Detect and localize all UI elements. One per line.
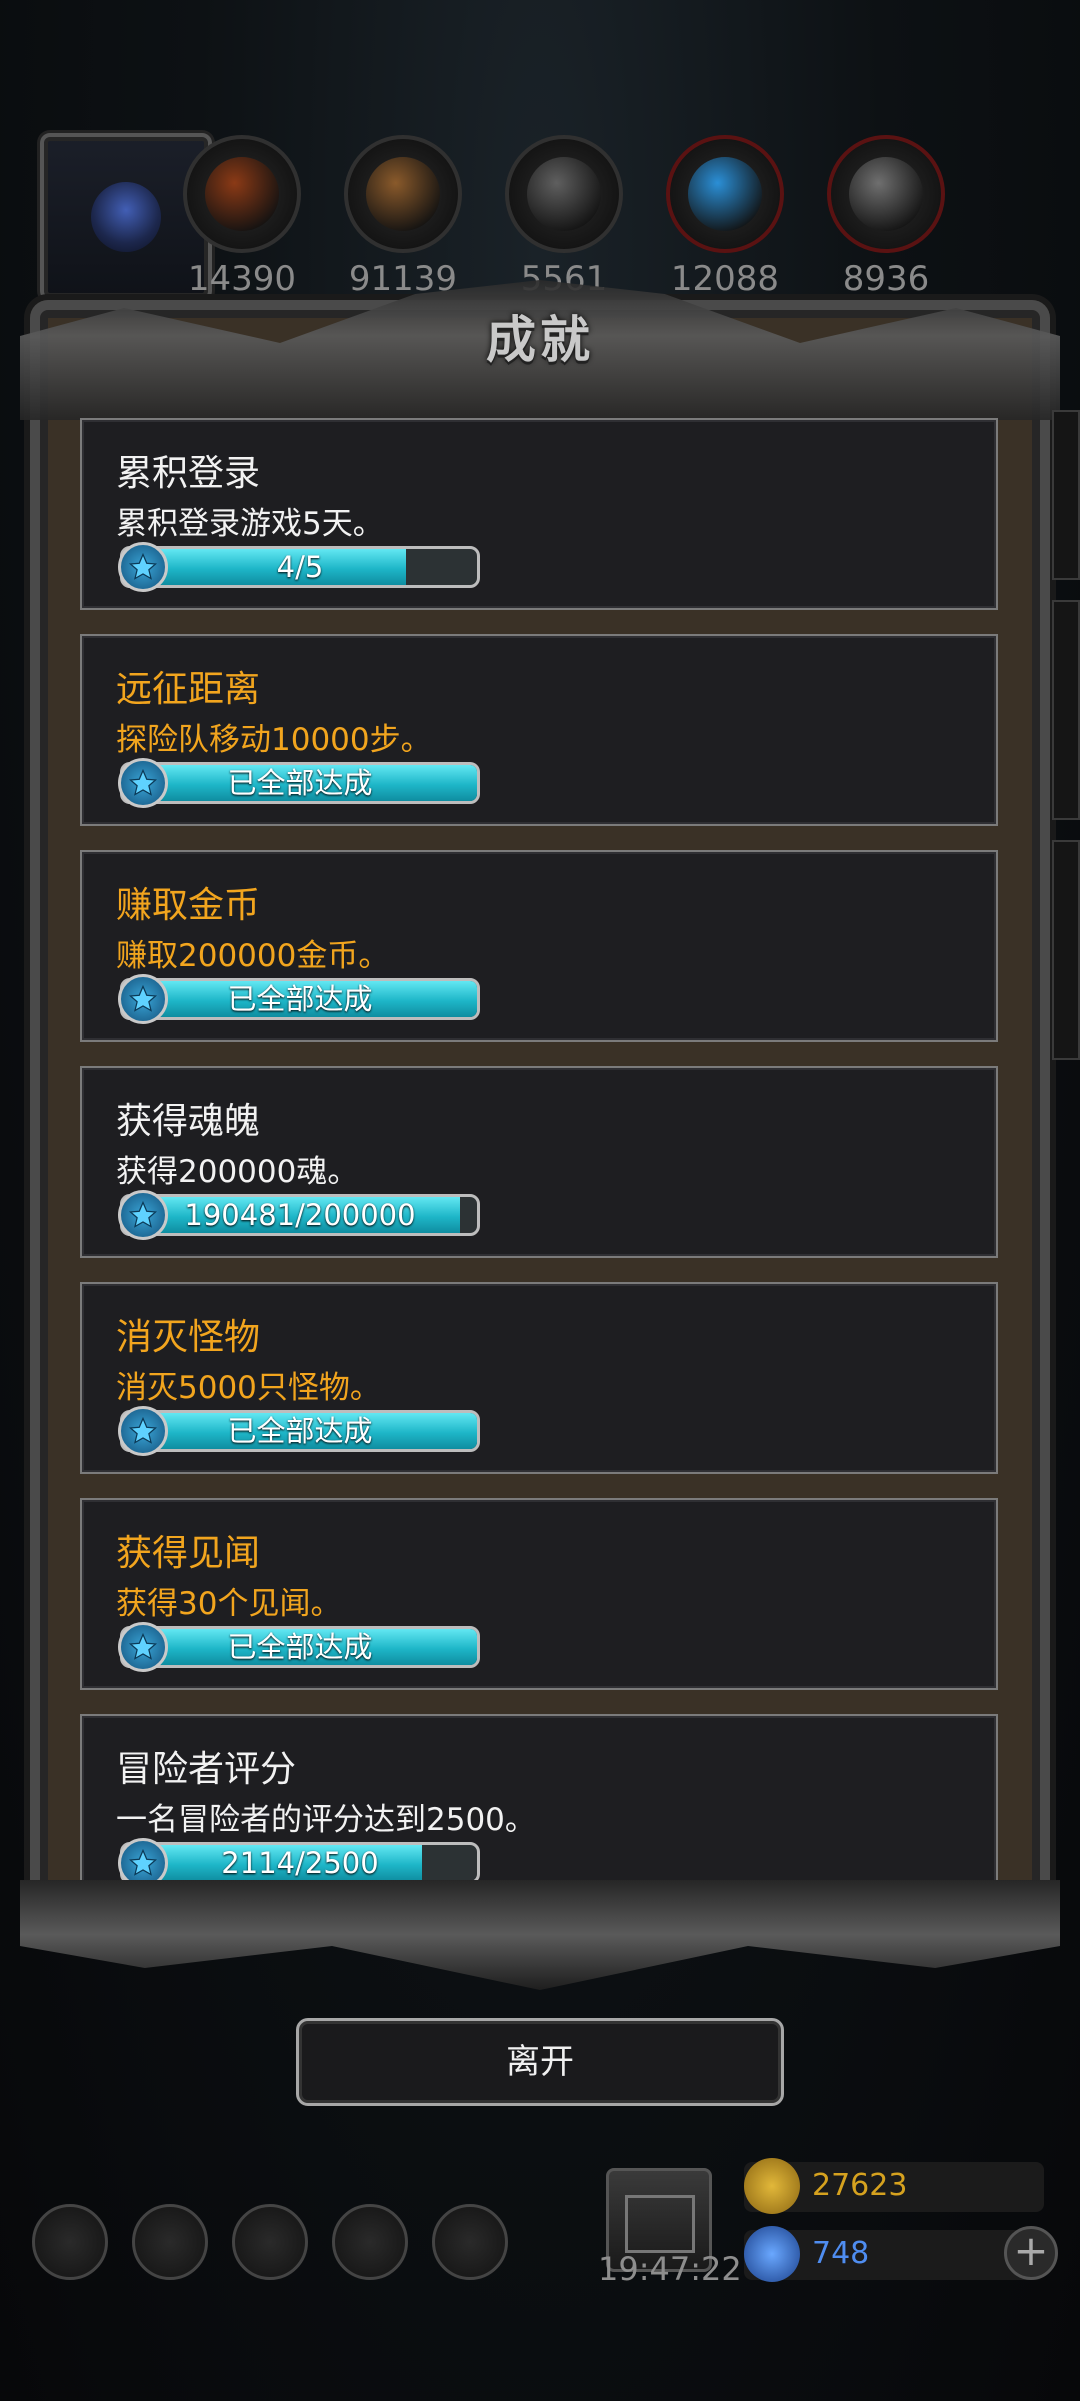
achievement-title: 赚取金币: [116, 885, 261, 926]
achievement-card[interactable]: 消灭怪物消灭5000只怪物。已全部达成: [80, 1282, 998, 1474]
iron-chip: [527, 157, 601, 231]
meat-chip: [205, 157, 279, 231]
leave-button[interactable]: 离开: [296, 2018, 784, 2106]
achievement-title: 获得见闻: [116, 1533, 261, 1574]
star-badge-icon: [118, 758, 168, 808]
resource-meat[interactable]: 14390: [177, 135, 307, 299]
achievement-card[interactable]: 赚取金币赚取200000金币。已全部达成: [80, 850, 998, 1042]
progress-text: 190481/200000: [184, 1198, 416, 1232]
add-currency-button[interactable]: +: [1004, 2226, 1058, 2280]
crystal-icon: [666, 135, 784, 253]
crystal-chip: [688, 157, 762, 231]
star-badge-icon: [118, 1406, 168, 1456]
progress-bar: 4/5: [120, 546, 480, 588]
progress-text: 已全部达成: [227, 1414, 373, 1448]
achievement-description: 探险队移动10000步。: [116, 722, 432, 758]
wood-icon: [344, 135, 462, 253]
progress-bar: 190481/200000: [120, 1194, 480, 1236]
achievement-description: 一名冒险者的评分达到2500。: [116, 1802, 536, 1838]
achievement-description: 获得200000魂。: [116, 1154, 359, 1190]
quest-icon[interactable]: [232, 2204, 308, 2280]
iron-icon: [505, 135, 623, 253]
achievement-title: 获得魂魄: [116, 1101, 261, 1142]
star-badge-icon: [118, 542, 168, 592]
gold-counter[interactable]: 27623: [744, 2158, 1044, 2214]
progress-text: 已全部达成: [227, 982, 373, 1016]
star-badge-icon: [118, 1190, 168, 1240]
progress-bar: 已全部达成: [120, 762, 480, 804]
achievement-card[interactable]: 冒险者评分一名冒险者的评分达到2500。 2114/2500: [80, 1714, 998, 1903]
star-icon[interactable]: [132, 2204, 208, 2280]
stone-chip: [849, 157, 923, 231]
panel-title: 成就: [486, 310, 594, 369]
meat-icon: [183, 135, 301, 253]
achievement-description: 累积登录游戏5天。: [116, 506, 384, 542]
achievement-card[interactable]: 获得见闻获得30个见闻。已全部达成: [80, 1498, 998, 1690]
progress-bar: 2114/2500: [120, 1842, 480, 1884]
stone-icon: [827, 135, 945, 253]
clock: 19:47:22: [598, 2250, 742, 2288]
achievement-card[interactable]: 累积登录累积登录游戏5天。 4/5: [80, 418, 998, 610]
progress-text: 已全部达成: [227, 1630, 373, 1664]
gem-counter[interactable]: 748: [744, 2226, 1044, 2282]
side-menu-fragment[interactable]: [1052, 600, 1080, 820]
resource-value: 12088: [670, 259, 780, 299]
achievement-title: 累积登录: [116, 453, 261, 494]
achievement-list[interactable]: 累积登录 累积登录游戏5天。 4/5 远征距离 探险队移动10000步。 已全部达成 赚取金…: [80, 418, 998, 1903]
progress-text: 已全部达成: [227, 766, 373, 800]
progress-text: 4/5: [276, 550, 324, 584]
resource-iron[interactable]: 5561: [499, 135, 629, 299]
achievement-title: 远征距离: [116, 669, 261, 710]
progress-bar: 已全部达成: [120, 1626, 480, 1668]
resource-value: 14390: [187, 259, 297, 299]
gem-amount: 748: [812, 2236, 870, 2271]
achievement-description: 获得30个见闻。: [116, 1586, 342, 1622]
achievement-description: 消灭5000只怪物。: [116, 1370, 381, 1406]
achievement-title: 冒险者评分: [116, 1749, 297, 1790]
star-badge-icon: [118, 1622, 168, 1672]
gift-icon: [625, 2195, 695, 2253]
mail-icon[interactable]: [332, 2204, 408, 2280]
star-badge-icon: [118, 974, 168, 1024]
achievement-card[interactable]: 远征距离探险队移动10000步。已全部达成: [80, 634, 998, 826]
achievement-description: 赚取200000金币。: [116, 938, 390, 974]
shop-icon[interactable]: [432, 2204, 508, 2280]
side-menu-fragment[interactable]: [1052, 410, 1080, 580]
resource-wood[interactable]: 91139: [338, 135, 468, 299]
settings-icon[interactable]: [32, 2204, 108, 2280]
gold-amount: 27623: [812, 2168, 908, 2203]
achievement-card[interactable]: 获得魂魄获得200000魂。 190481/200000: [80, 1066, 998, 1258]
progress-bar: 已全部达成: [120, 978, 480, 1020]
resource-value: 8936: [842, 259, 930, 299]
side-menu-fragment[interactable]: [1052, 840, 1080, 1060]
achievement-title: 消灭怪物: [116, 1317, 261, 1358]
wood-chip: [366, 157, 440, 231]
gold-coin-icon: [744, 2158, 800, 2214]
progress-text: 2114/2500: [221, 1846, 379, 1880]
hero-portrait-icon: [91, 182, 161, 252]
progress-bar: 已全部达成: [120, 1410, 480, 1452]
gem-icon: [744, 2226, 800, 2282]
resource-stone[interactable]: 8936: [821, 135, 951, 299]
resource-crystal[interactable]: 12088: [660, 135, 790, 299]
